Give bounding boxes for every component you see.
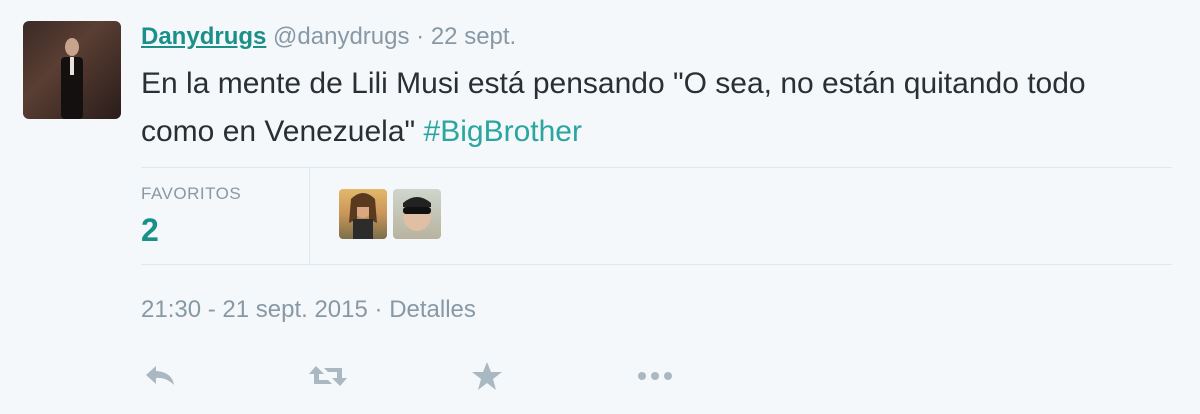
author-username[interactable]: @danydrugs [273,23,409,50]
more-button[interactable] [636,360,672,392]
favoriter-avatar-image [403,197,431,231]
reply-icon [146,366,174,385]
stats-bottom-divider [141,264,1172,265]
tweet-header: Danydrugs @danydrugs · 22 sept. [141,22,516,52]
stats-vertical-divider [309,168,310,264]
retweet-icon [309,366,347,386]
favoriter-avatar[interactable] [393,189,441,239]
header-separator: · [416,23,425,50]
reply-button[interactable] [142,360,178,392]
author-name[interactable]: Danydrugs [141,23,266,50]
more-icon [638,372,672,380]
favorite-button[interactable] [470,360,506,392]
footer-separator: · [374,296,383,323]
tweet-body: En la mente de Lili Musi está pensando "… [141,67,1086,148]
hashtag-link[interactable]: #BigBrother [424,115,582,148]
star-icon [472,362,502,390]
avatar-figure [61,38,83,119]
retweet-button[interactable] [308,360,347,392]
tweet-timestamp[interactable]: 21:30 - 21 sept. 2015 [141,296,368,323]
author-avatar[interactable] [23,21,121,119]
favorites-count[interactable]: 2 [141,212,159,249]
stats-top-divider [141,167,1172,168]
details-link[interactable]: Detalles [389,296,476,323]
tweet-text: En la mente de Lili Musi está pensando "… [141,60,1141,156]
favoriter-avatar[interactable] [339,189,387,239]
tweet-date[interactable]: 22 sept. [431,23,516,50]
favorites-label: FAVORITOS [141,184,242,203]
tweet-footer: 21:30 - 21 sept. 2015 · Detalles [141,296,476,324]
favoriter-avatar-image [349,193,377,239]
